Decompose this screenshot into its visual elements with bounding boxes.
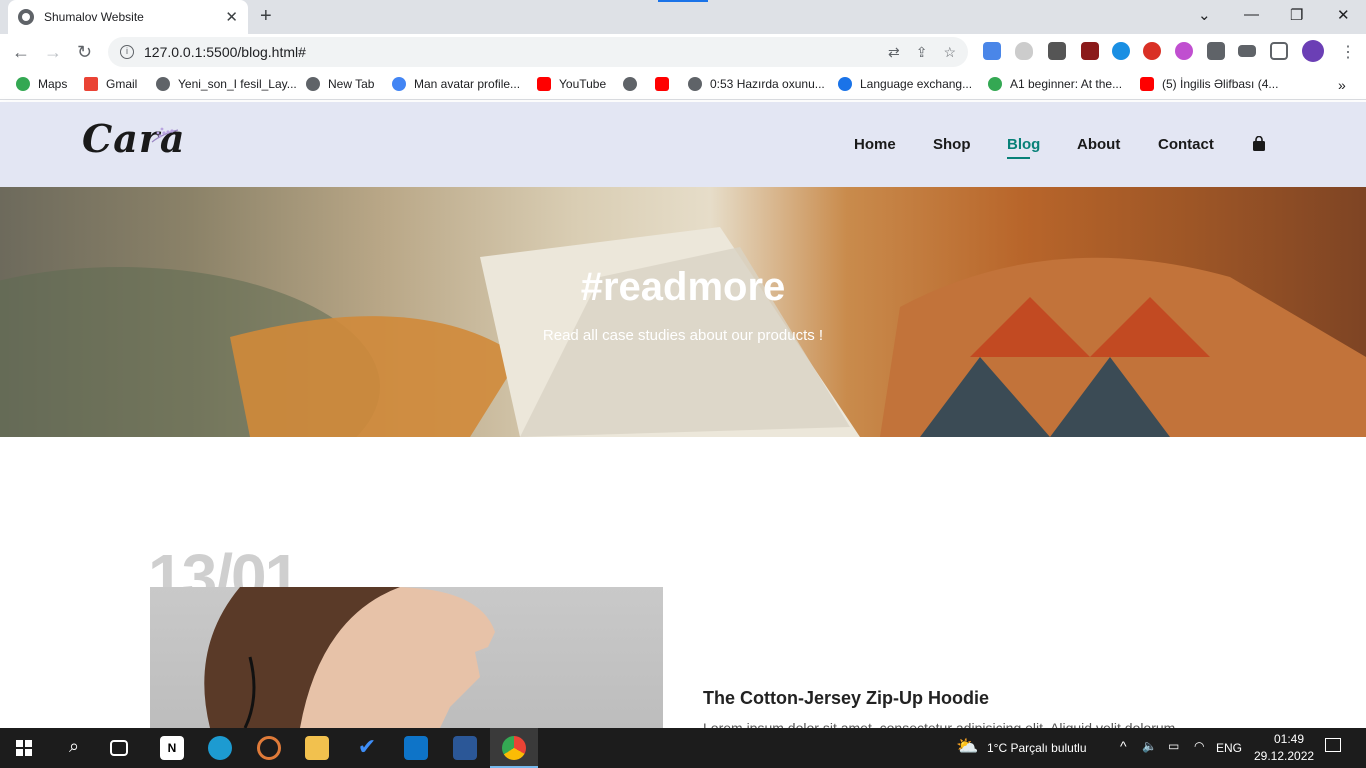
bookmark-item[interactable]: Man avatar profile... — [392, 77, 520, 91]
globe-icon — [18, 9, 34, 25]
chrome-taskbar-button[interactable] — [490, 728, 538, 768]
bookmark-item[interactable]: Maps — [16, 77, 67, 91]
menu-dots-icon[interactable]: ⋮ — [1340, 42, 1356, 62]
task-view-icon[interactable] — [110, 740, 128, 756]
chat-icon — [838, 77, 852, 91]
url-text[interactable]: 127.0.0.1:5500/blog.html# — [144, 44, 306, 60]
globe-icon — [623, 77, 637, 91]
language-indicator[interactable]: ENG — [1216, 741, 1242, 755]
windows-start-icon[interactable] — [16, 740, 32, 756]
bookmarks-overflow-icon[interactable]: » — [1338, 77, 1346, 93]
globe-icon — [306, 77, 320, 91]
clock-date[interactable]: 29.12.2022 — [1254, 749, 1314, 763]
side-panel-icon[interactable] — [1270, 42, 1288, 60]
media-player-icon[interactable] — [257, 736, 281, 760]
translate-icon[interactable]: ⇄ — [888, 44, 900, 61]
nav-home[interactable]: Home — [854, 136, 896, 153]
hero-background-image — [0, 227, 1366, 437]
bookmark-item[interactable]: (5) İngilis Əlifbası (4... — [1140, 77, 1278, 91]
search-icon[interactable]: ⌕ — [62, 736, 86, 760]
word-icon[interactable] — [453, 736, 477, 760]
bookmark-item[interactable]: New Tab — [306, 77, 374, 91]
edge-icon[interactable] — [208, 736, 232, 760]
tab-search-icon[interactable]: ⌄ — [1198, 6, 1211, 24]
bookmarks-bar: Maps Gmail Yeni_son_I fesil_Lay... New T… — [0, 70, 1366, 100]
new-tab-button[interactable]: + — [260, 5, 272, 28]
clock-time[interactable]: 01:49 — [1267, 732, 1311, 746]
extensions-puzzle-icon[interactable] — [1207, 42, 1225, 60]
share-icon[interactable]: ⇪ — [916, 44, 928, 61]
bookmark-item[interactable]: Gmail — [84, 77, 137, 91]
google-icon — [392, 77, 406, 91]
extension-shield-icon[interactable] — [1015, 42, 1033, 60]
browser-tabstrip: Shumalov Website ✕ + ⌄ — ❐ ✕ — [0, 0, 1366, 34]
todo-check-icon[interactable]: ✔ — [355, 736, 379, 760]
extension-picker-icon[interactable] — [1048, 42, 1066, 60]
bookmark-item[interactable]: A1 beginner: At the... — [988, 77, 1122, 91]
browser-tab[interactable]: Shumalov Website ✕ — [8, 0, 248, 34]
windows-taskbar: ⌕ N ✔ ⛅ 1°C Parçalı bulutlu ^ 🔈 ▭ ◠ ENG … — [0, 728, 1366, 768]
bookmark-item[interactable] — [623, 77, 645, 91]
battery-icon[interactable]: ▭ — [1168, 739, 1179, 753]
close-window-button[interactable]: ✕ — [1337, 6, 1350, 24]
bookmark-item[interactable]: YouTube — [537, 77, 606, 91]
reload-icon[interactable]: ↻ — [77, 42, 92, 63]
extension-red-icon[interactable] — [1143, 42, 1161, 60]
media-control-icon[interactable] — [1238, 45, 1256, 57]
volume-icon[interactable]: 🔈 — [1142, 739, 1157, 753]
bookmark-item[interactable] — [655, 77, 677, 91]
browser-toolbar: ← → ↻ i 127.0.0.1:5500/blog.html# ⇄ ⇪ ☆ … — [0, 34, 1366, 70]
site-info-icon[interactable]: i — [120, 45, 134, 59]
chrome-icon — [502, 736, 526, 760]
maps-icon — [16, 77, 30, 91]
minimize-button[interactable]: — — [1244, 6, 1259, 23]
hero-subtitle: Read all case studies about our products… — [542, 327, 824, 344]
vscode-icon[interactable] — [404, 736, 428, 760]
globe-icon — [688, 77, 702, 91]
clover-icon — [988, 77, 1002, 91]
forward-icon[interactable]: → — [44, 42, 62, 63]
restore-button[interactable]: ❐ — [1290, 6, 1303, 24]
bookmark-item[interactable]: Language exchang... — [838, 77, 972, 91]
gmail-icon — [84, 77, 98, 91]
tab-title: Shumalov Website — [44, 10, 144, 24]
extension-shazam-icon[interactable] — [1112, 42, 1130, 60]
site-header: Cara Home Shop Blog About Contact — [0, 102, 1366, 187]
nav-contact[interactable]: Contact — [1158, 136, 1214, 153]
bookmark-item[interactable]: Yeni_son_I fesil_Lay... — [156, 77, 297, 91]
bookmark-item[interactable]: 0:53 Hazırda oxunu... — [688, 77, 825, 91]
tab-indicator — [658, 0, 708, 2]
wifi-icon[interactable]: ◠ — [1194, 739, 1204, 753]
globe-icon — [156, 77, 170, 91]
youtube-icon — [655, 77, 669, 91]
shopping-bag-icon[interactable] — [1252, 136, 1266, 152]
nav-about[interactable]: About — [1077, 136, 1120, 153]
profile-avatar[interactable] — [1302, 40, 1324, 62]
extension-ublock-icon[interactable] — [1081, 42, 1099, 60]
nav-shop[interactable]: Shop — [933, 136, 971, 153]
tab-close-icon[interactable]: ✕ — [225, 8, 238, 26]
nav-blog[interactable]: Blog — [1007, 136, 1040, 159]
hero-title: #readmore — [580, 265, 786, 309]
blog-hero-banner: #readmore Read all case studies about ou… — [0, 187, 1366, 437]
lavender-sprig-icon — [151, 127, 179, 143]
youtube-icon — [1140, 77, 1154, 91]
weather-cloud-icon[interactable]: ⛅ — [956, 736, 978, 757]
youtube-icon — [537, 77, 551, 91]
post-title[interactable]: The Cotton-Jersey Zip-Up Hoodie — [703, 688, 989, 709]
weather-text[interactable]: 1°C Parçalı bulutlu — [987, 741, 1087, 755]
extension-lr-icon[interactable] — [1175, 42, 1193, 60]
notifications-icon[interactable] — [1325, 738, 1341, 752]
post-image — [150, 587, 663, 728]
tray-overflow-icon[interactable]: ^ — [1120, 738, 1127, 754]
notion-icon[interactable]: N — [160, 736, 184, 760]
bookmark-star-icon[interactable]: ☆ — [943, 44, 956, 61]
extension-translate-icon[interactable] — [983, 42, 1001, 60]
back-icon[interactable]: ← — [12, 42, 30, 63]
address-bar[interactable]: i 127.0.0.1:5500/blog.html# ⇄ ⇪ ☆ — [108, 37, 968, 67]
file-explorer-icon[interactable] — [305, 736, 329, 760]
